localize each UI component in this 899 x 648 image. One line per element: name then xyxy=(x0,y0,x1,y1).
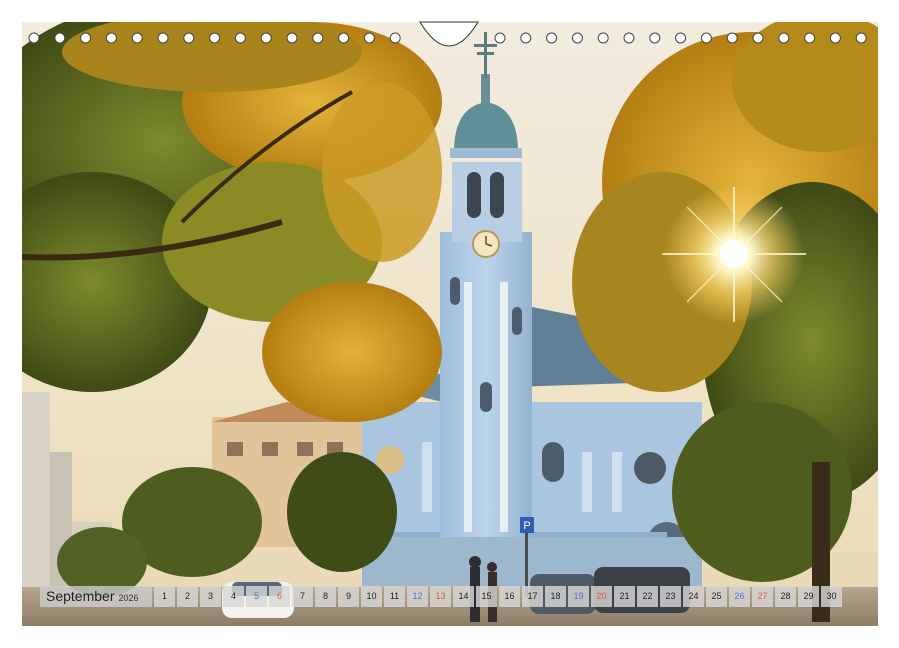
day-cell: 24 xyxy=(683,586,704,607)
day-cell: 14 xyxy=(453,586,474,607)
calendar-strip: September 2026 1 2 3 4 5 6 7 8 9 10 11 12 13 14 15 16 17… xyxy=(40,586,858,607)
binding-hole xyxy=(312,32,324,44)
day-cell: 8 xyxy=(315,586,336,607)
day-cell: 7 xyxy=(292,586,313,607)
binding-hole xyxy=(105,32,117,44)
day-cell: 25 xyxy=(706,586,727,607)
binding-hole xyxy=(700,32,712,44)
year: 2026 xyxy=(118,593,139,603)
binding-hole xyxy=(131,32,143,44)
day-cell: 6 xyxy=(269,586,290,607)
svg-text:P: P xyxy=(523,520,530,532)
binding-hole xyxy=(597,32,609,44)
binding-hole xyxy=(520,32,532,44)
day-cell: 12 xyxy=(407,586,428,607)
hanger-notch xyxy=(419,21,479,47)
binding-hole xyxy=(546,32,558,44)
day-cell: 28 xyxy=(775,586,796,607)
binding-hole xyxy=(54,32,66,44)
day-cell: 20 xyxy=(591,586,612,607)
day-cell: 26 xyxy=(729,586,750,607)
binding-hole xyxy=(778,32,790,44)
binding-hole xyxy=(829,32,841,44)
day-cell: 4 xyxy=(223,586,244,607)
binding-hole xyxy=(752,32,764,44)
day-cell: 3 xyxy=(200,586,221,607)
day-cell: 29 xyxy=(798,586,819,607)
binding-hole xyxy=(494,32,506,44)
binding-hole xyxy=(649,32,661,44)
binding-hole xyxy=(209,32,221,44)
day-cell: 16 xyxy=(499,586,520,607)
binding-hole xyxy=(726,32,738,44)
month-name: September xyxy=(46,588,115,604)
binding-hole xyxy=(183,32,195,44)
day-cell: 23 xyxy=(660,586,681,607)
binding-hole xyxy=(804,32,816,44)
calendar-photo-blue-church: P xyxy=(22,22,878,626)
binding-hole xyxy=(80,32,92,44)
day-cell: 19 xyxy=(568,586,589,607)
day-cell: 11 xyxy=(384,586,405,607)
binding-hole xyxy=(234,32,246,44)
day-cell: 13 xyxy=(430,586,451,607)
month-label: September 2026 xyxy=(40,586,152,607)
binding-hole xyxy=(157,32,169,44)
day-cell: 9 xyxy=(338,586,359,607)
binding-hole xyxy=(571,32,583,44)
day-cell: 21 xyxy=(614,586,635,607)
binding-hole xyxy=(363,32,375,44)
binding-hole xyxy=(338,32,350,44)
binding-hole xyxy=(675,32,687,44)
day-cell: 10 xyxy=(361,586,382,607)
day-cell: 30 xyxy=(821,586,842,607)
spiral-binding xyxy=(28,21,867,47)
day-cell: 15 xyxy=(476,586,497,607)
day-cell: 18 xyxy=(545,586,566,607)
binding-hole xyxy=(623,32,635,44)
day-cell: 5 xyxy=(246,586,267,607)
day-cell: 1 xyxy=(154,586,175,607)
binding-hole xyxy=(389,32,401,44)
binding-hole xyxy=(855,32,867,44)
day-cell: 17 xyxy=(522,586,543,607)
day-cell: 27 xyxy=(752,586,773,607)
day-cell: 2 xyxy=(177,586,198,607)
binding-hole xyxy=(28,32,40,44)
binding-hole xyxy=(286,32,298,44)
day-cell: 22 xyxy=(637,586,658,607)
binding-hole xyxy=(260,32,272,44)
day-cells: 1 2 3 4 5 6 7 8 9 10 11 12 13 14 15 16 17 18 19 20 21 22 23 24 2… xyxy=(154,586,842,607)
